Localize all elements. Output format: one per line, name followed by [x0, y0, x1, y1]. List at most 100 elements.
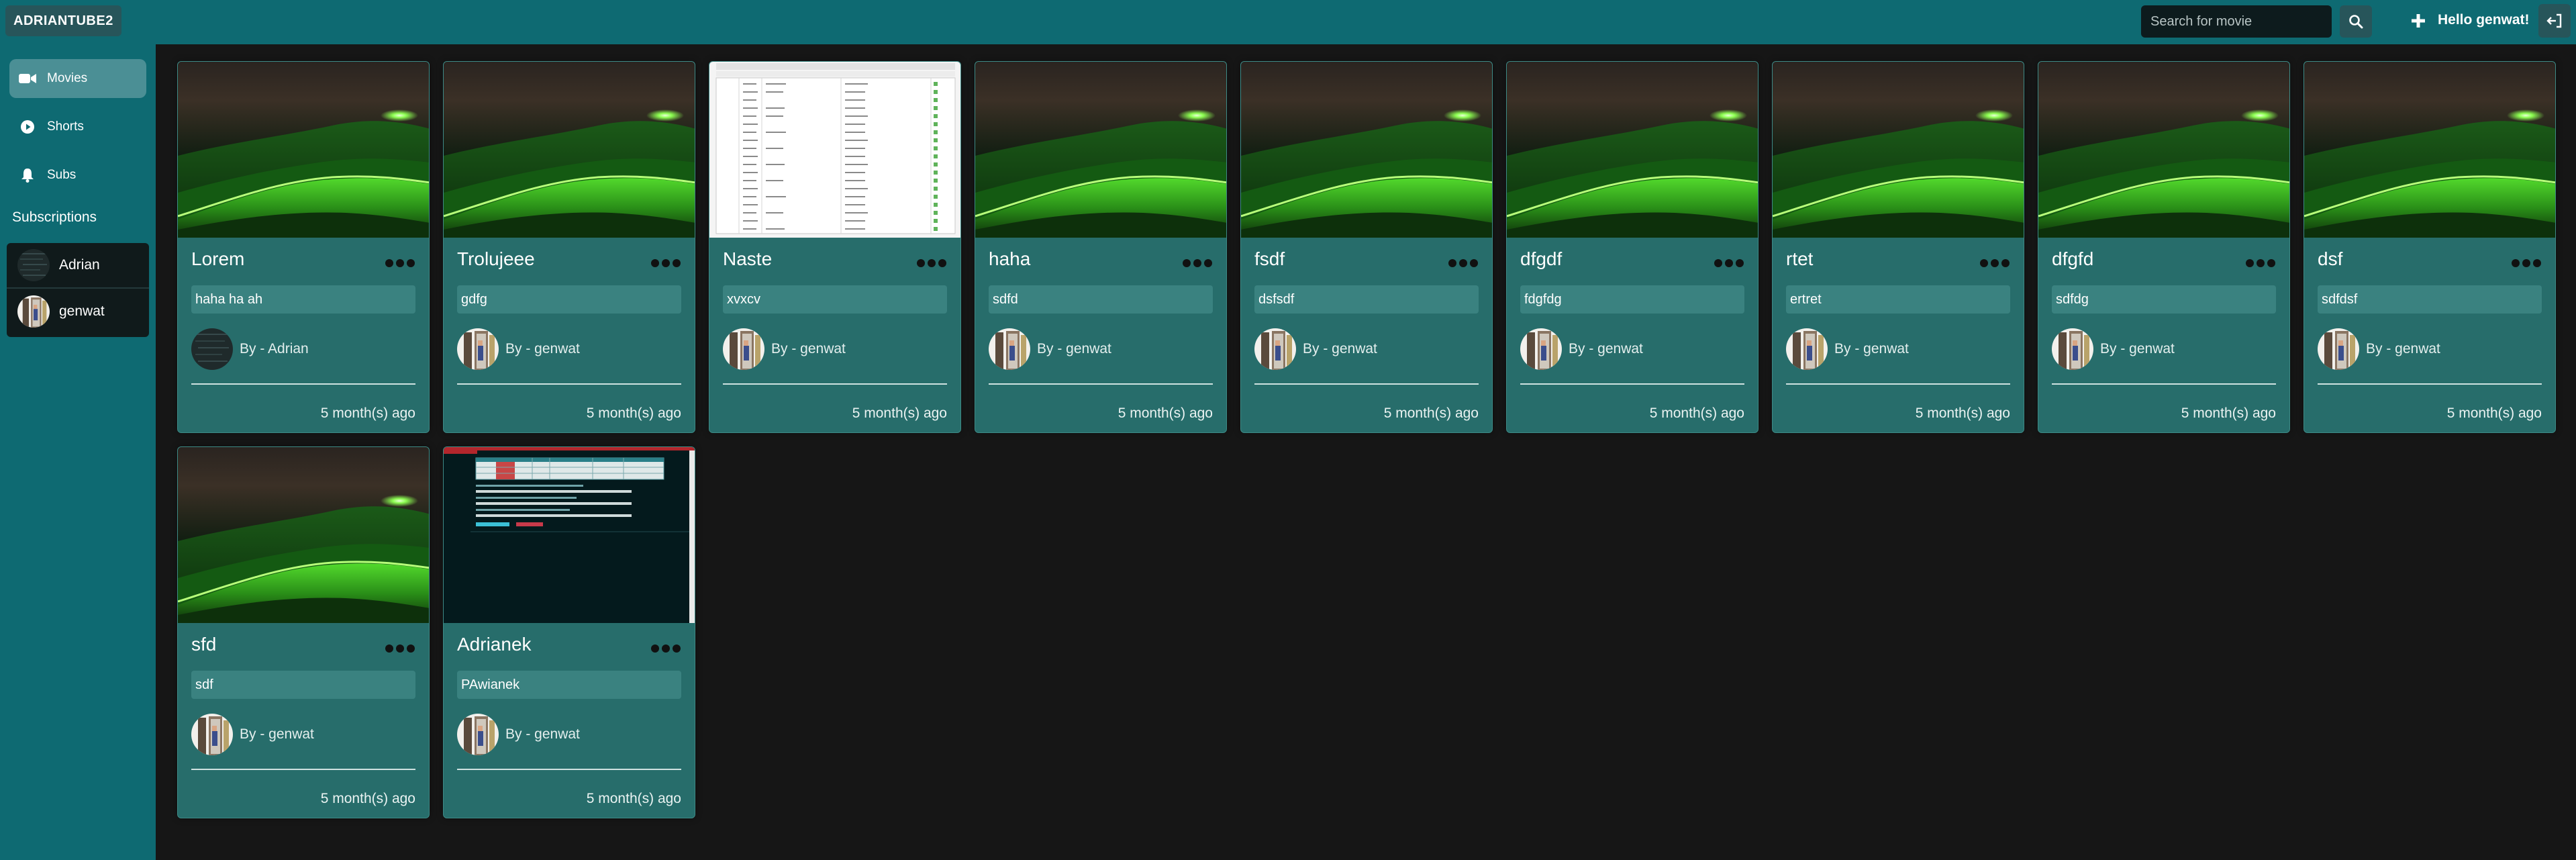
more-options-button[interactable] [649, 640, 683, 657]
sidebar-item-movies[interactable]: Movies [9, 59, 146, 98]
logout-button[interactable] [2538, 4, 2571, 38]
subscription-item-genwat[interactable]: genwat [7, 289, 149, 334]
plus-icon [2411, 13, 2426, 28]
movie-thumbnail[interactable] [1241, 62, 1493, 238]
more-options-button[interactable] [649, 255, 683, 271]
add-movie-button[interactable] [2407, 9, 2430, 32]
more-options-button[interactable] [1712, 255, 1746, 271]
movie-card[interactable]: Lorem haha ha ah By - Adrian 5 month(s) … [177, 61, 430, 433]
movie-thumbnail[interactable] [1507, 62, 1758, 238]
movie-card[interactable]: Adrianek PAwianek By - genwat 5 month(s)… [443, 446, 695, 818]
sidebar-item-label: Movies [47, 71, 88, 85]
avatar [2318, 328, 2359, 370]
movie-card[interactable]: dsf sdfdsf By - genwat 5 month(s) ago [2303, 61, 2556, 433]
movie-thumbnail[interactable] [178, 447, 430, 623]
movie-title[interactable]: sfd [191, 634, 216, 655]
upload-age: 5 month(s) ago [2181, 405, 2276, 421]
movie-thumbnail[interactable] [178, 62, 430, 238]
author-name: By - genwat [1303, 341, 1377, 356]
author-name: By - genwat [505, 726, 580, 742]
subscriptions-heading: Subscriptions [12, 209, 97, 225]
subscriptions-list: Adrian genwat [7, 243, 149, 337]
more-options-button[interactable] [383, 255, 417, 271]
divider [1254, 383, 1479, 385]
author-name: By - genwat [1834, 341, 1909, 356]
movie-thumbnail[interactable] [444, 62, 695, 238]
divider [1786, 383, 2010, 385]
upload-age: 5 month(s) ago [586, 791, 681, 806]
movie-author[interactable]: By - Adrian [191, 328, 309, 371]
movie-description: sdfdsf [2318, 285, 2542, 314]
more-options-button[interactable] [1446, 255, 1480, 271]
movie-author[interactable]: By - genwat [1520, 328, 1643, 371]
upload-age: 5 month(s) ago [852, 405, 947, 421]
search-icon [2348, 14, 2363, 29]
movie-card[interactable]: haha sdfd By - genwat 5 month(s) ago [975, 61, 1227, 433]
more-options-button[interactable] [915, 255, 948, 271]
subscription-item-adrian[interactable]: Adrian [7, 243, 149, 289]
video-camera-icon [17, 70, 38, 87]
movie-card[interactable]: rtet ertret By - genwat 5 month(s) ago [1772, 61, 2024, 433]
movie-card[interactable]: sfd sdf By - genwat 5 month(s) ago [177, 446, 430, 818]
movie-card[interactable]: fsdf dsfsdf By - genwat 5 month(s) ago [1240, 61, 1493, 433]
sidebar-item-subs[interactable]: Subs [9, 156, 146, 195]
upload-age: 5 month(s) ago [1649, 405, 1744, 421]
movie-author[interactable]: By - genwat [2318, 328, 2440, 371]
avatar [723, 328, 764, 370]
movie-title[interactable]: Naste [723, 248, 772, 270]
movie-card[interactable]: Naste xvxcv By - genwat 5 month(s) ago [709, 61, 961, 433]
movie-card[interactable]: dfgdf fdgfdg By - genwat 5 month(s) ago [1506, 61, 1758, 433]
author-name: By - genwat [2366, 341, 2440, 356]
movie-title[interactable]: rtet [1786, 248, 1813, 270]
divider [191, 383, 415, 385]
avatar [457, 328, 499, 370]
avatar [17, 295, 50, 328]
sidebar-item-label: Subs [47, 168, 77, 182]
divider [457, 383, 681, 385]
avatar [1786, 328, 1828, 370]
movie-title[interactable]: dfgfd [2052, 248, 2093, 270]
movie-card[interactable]: Trolujeee gdfg By - genwat 5 month(s) ag… [443, 61, 695, 433]
upload-age: 5 month(s) ago [2446, 405, 2542, 421]
movie-author[interactable]: By - genwat [457, 328, 580, 371]
movie-card[interactable]: dfgfd sdfdg By - genwat 5 month(s) ago [2038, 61, 2290, 433]
movie-title[interactable]: dfgdf [1520, 248, 1562, 270]
movie-thumbnail[interactable] [2304, 62, 2556, 238]
author-name: By - Adrian [240, 341, 309, 356]
movie-thumbnail[interactable] [709, 62, 960, 238]
more-options-button[interactable] [1978, 255, 2012, 271]
sidebar-item-shorts[interactable]: Shorts [9, 107, 146, 146]
search-input[interactable] [2141, 5, 2332, 38]
top-bar: ADRIANTUBE2 Hello genwat! [0, 0, 2576, 44]
movie-author[interactable]: By - genwat [1254, 328, 1377, 371]
movie-description: xvxcv [723, 285, 947, 314]
more-options-button[interactable] [383, 640, 417, 657]
brand-logo[interactable]: ADRIANTUBE2 [5, 5, 121, 36]
more-options-button[interactable] [2510, 255, 2543, 271]
logout-icon [2546, 12, 2563, 30]
movie-author[interactable]: By - genwat [191, 713, 314, 756]
movie-thumbnail[interactable] [444, 447, 695, 623]
movie-title[interactable]: Adrianek [457, 634, 532, 655]
movie-author[interactable]: By - genwat [723, 328, 846, 371]
movie-author[interactable]: By - genwat [2052, 328, 2175, 371]
movie-title[interactable]: Trolujeee [457, 248, 535, 270]
author-name: By - genwat [1037, 341, 1111, 356]
movie-thumbnail[interactable] [1773, 62, 2024, 238]
sidebar: Movies Shorts Subs Subscriptions Adrian … [0, 44, 156, 860]
search-button[interactable] [2340, 5, 2372, 38]
upload-age: 5 month(s) ago [1915, 405, 2010, 421]
more-options-button[interactable] [1181, 255, 1214, 271]
more-options-button[interactable] [2244, 255, 2277, 271]
movie-title[interactable]: dsf [2318, 248, 2342, 270]
movie-author[interactable]: By - genwat [989, 328, 1111, 371]
movie-title[interactable]: haha [989, 248, 1030, 270]
movie-thumbnail[interactable] [975, 62, 1227, 238]
divider [191, 769, 415, 770]
movie-author[interactable]: By - genwat [457, 713, 580, 756]
movie-title[interactable]: Lorem [191, 248, 244, 270]
movie-title[interactable]: fsdf [1254, 248, 1285, 270]
movie-description: gdfg [457, 285, 681, 314]
movie-author[interactable]: By - genwat [1786, 328, 1909, 371]
movie-thumbnail[interactable] [2038, 62, 2290, 238]
